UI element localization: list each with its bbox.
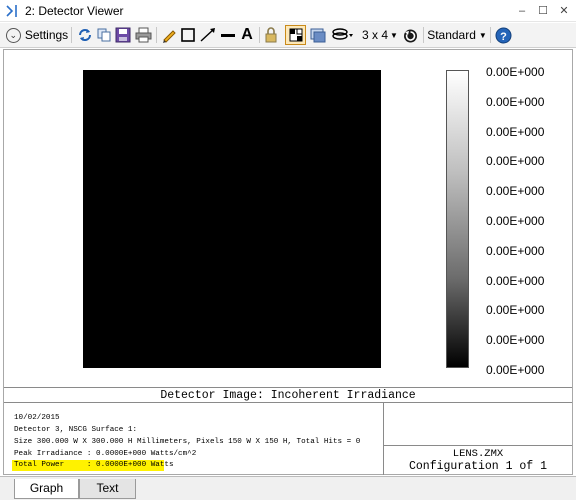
color-scale-bar bbox=[446, 70, 469, 368]
toolbar-separator bbox=[490, 27, 491, 43]
lock-icon[interactable] bbox=[262, 25, 280, 45]
graph-panel: 0.00E+000 0.00E+000 0.00E+000 0.00E+000 0.00… bbox=[3, 49, 573, 475]
file-info-box: LENS.ZMX Configuration 1 of 1 bbox=[384, 403, 572, 475]
color-scale-label: 0.00E+000 bbox=[486, 154, 545, 169]
standard-label: Standard bbox=[427, 28, 476, 42]
title-bar: 2: Detector Viewer – ☐ ✕ bbox=[0, 0, 576, 22]
chevron-down-icon: ▼ bbox=[478, 30, 487, 40]
pencil-icon[interactable] bbox=[160, 25, 178, 45]
toolbar-separator bbox=[259, 27, 260, 43]
color-scale-label: 0.00E+000 bbox=[486, 65, 545, 79]
svg-text:?: ? bbox=[500, 31, 507, 43]
info-box: 10/02/2015 Detector 3, NSCG Surface 1: S… bbox=[4, 403, 384, 475]
caption-row: Detector Image: Incoherent Irradiance bbox=[4, 387, 572, 403]
info-total-power: Total Power : 0.0000E+000 Watts bbox=[14, 461, 174, 469]
window-title: 2: Detector Viewer bbox=[25, 4, 124, 18]
text-icon[interactable]: A bbox=[238, 25, 256, 45]
color-scale-label: 0.00E+000 bbox=[486, 363, 545, 377]
color-scale-label: 0.00E+000 bbox=[486, 243, 545, 258]
standard-dropdown[interactable]: Standard ▼ bbox=[426, 25, 488, 45]
info-peak-irradiance: Peak Irradiance : 0.0000E+000 Watts/cm^2 bbox=[14, 450, 197, 458]
copy-icon[interactable] bbox=[95, 25, 113, 45]
tab-bar: Graph Text bbox=[0, 476, 576, 500]
divider bbox=[384, 445, 572, 446]
close-button[interactable]: ✕ bbox=[556, 3, 572, 19]
color-scale-label: 0.00E+000 bbox=[486, 184, 545, 199]
print-icon[interactable] bbox=[133, 25, 153, 45]
graph-caption: Detector Image: Incoherent Irradiance bbox=[160, 389, 416, 402]
toolbar-separator bbox=[71, 27, 72, 43]
tab-text[interactable]: Text bbox=[79, 479, 136, 499]
line-icon[interactable] bbox=[219, 25, 237, 45]
layout-dropdown[interactable]: 3 x 4 ▼ bbox=[362, 25, 398, 45]
tab-graph[interactable]: Graph bbox=[14, 479, 79, 499]
settings-label: Settings bbox=[24, 28, 69, 42]
color-scale-label: 0.00E+000 bbox=[486, 333, 545, 348]
color-scale-label: 0.00E+000 bbox=[486, 94, 545, 109]
minimize-button[interactable]: – bbox=[514, 3, 530, 19]
arrow-line-icon[interactable] bbox=[198, 25, 218, 45]
info-size: Size 300.000 W X 300.000 H Millimeters, … bbox=[14, 438, 361, 446]
grid-select-icon[interactable] bbox=[285, 25, 306, 45]
refresh-icon[interactable] bbox=[76, 25, 94, 45]
app-icon bbox=[6, 5, 17, 17]
toolbar-separator bbox=[423, 27, 424, 43]
rectangle-icon[interactable] bbox=[179, 25, 197, 45]
layers-icon[interactable] bbox=[331, 25, 355, 45]
chevron-down-icon: ⌄ bbox=[5, 27, 21, 43]
color-scale-label: 0.00E+000 bbox=[486, 273, 545, 288]
maximize-button[interactable]: ☐ bbox=[535, 3, 551, 19]
rotate-icon[interactable] bbox=[400, 25, 420, 45]
color-scale-label: 0.00E+000 bbox=[486, 124, 545, 139]
color-scale-label: 0.00E+000 bbox=[486, 214, 545, 228]
chevron-down-icon: ▼ bbox=[390, 30, 398, 40]
save-icon[interactable] bbox=[114, 25, 132, 45]
help-icon[interactable]: ? bbox=[493, 25, 513, 45]
info-detector: Detector 3, NSCG Surface 1: bbox=[14, 426, 138, 434]
layout-label: 3 x 4 bbox=[362, 28, 389, 42]
toolbar-separator bbox=[156, 27, 157, 43]
detector-image bbox=[83, 70, 381, 368]
toolbar: ⌄ Settings A 3 x 4 ▼ Standard ▼ ? bbox=[0, 23, 576, 48]
configuration-label: Configuration 1 of 1 bbox=[408, 460, 548, 473]
color-scale-label: 0.00E+000 bbox=[486, 303, 545, 318]
settings-button[interactable]: ⌄ Settings bbox=[5, 25, 69, 45]
window-icon[interactable] bbox=[309, 25, 327, 45]
info-date: 10/02/2015 bbox=[14, 414, 60, 422]
lens-filename: LENS.ZMX bbox=[452, 448, 504, 460]
